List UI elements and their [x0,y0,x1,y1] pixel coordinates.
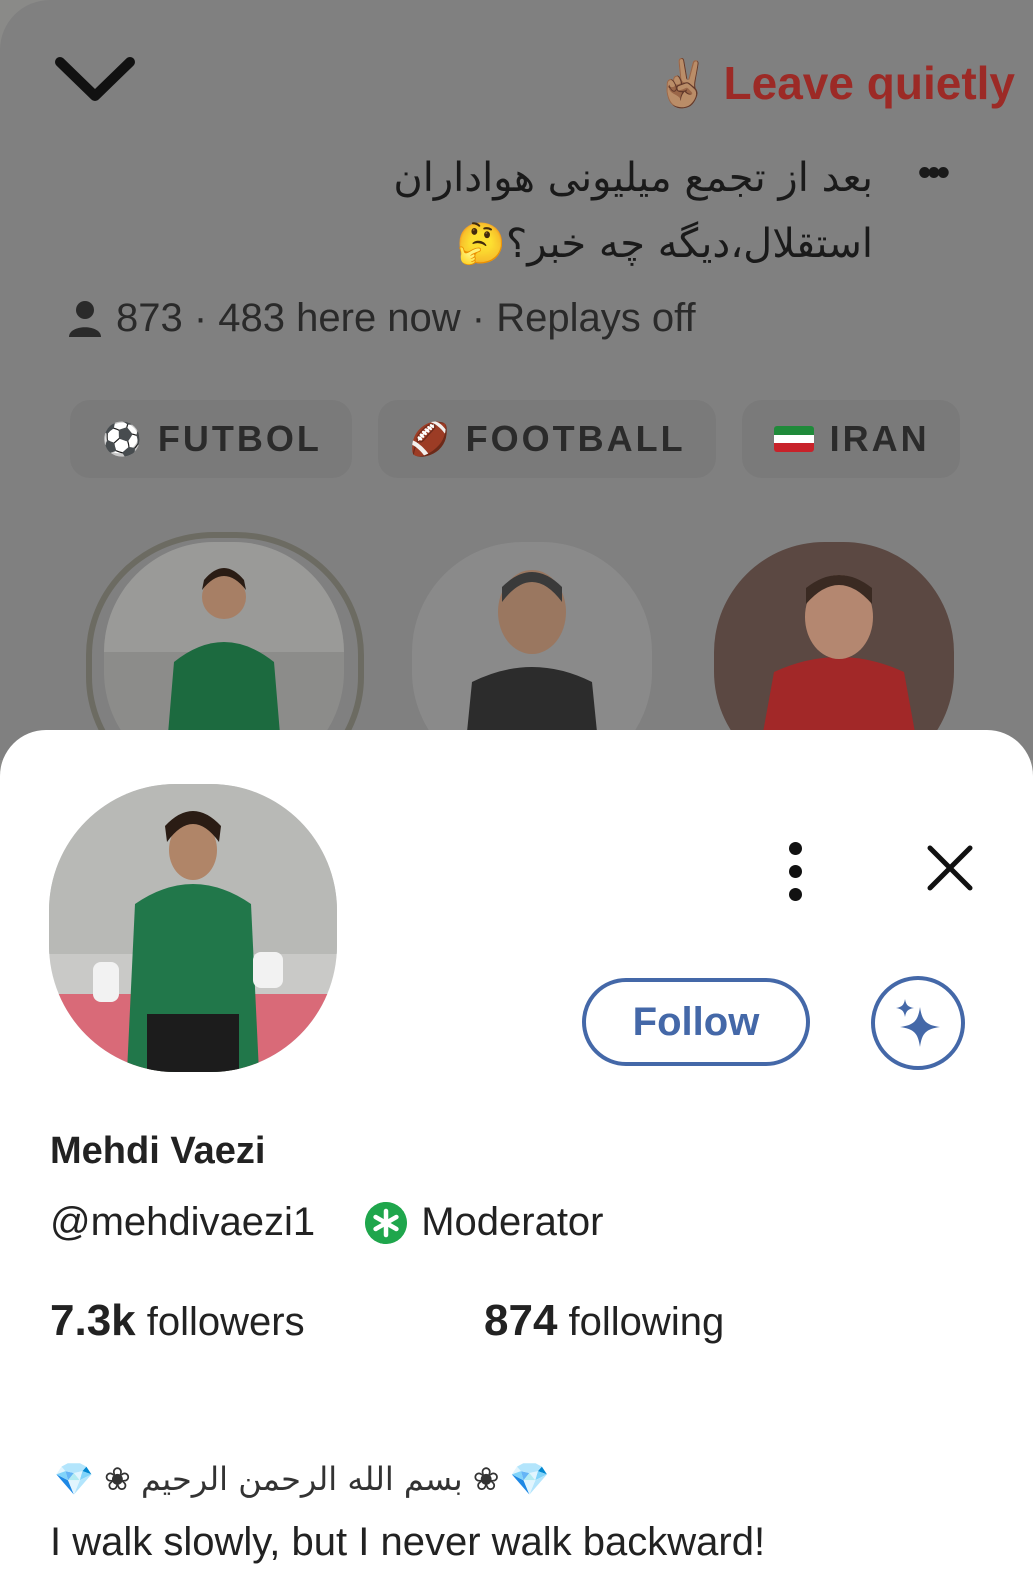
sparkle-icon [896,999,940,1047]
profile-sheet: Follow Mehdi Vaezi @mehdivaezi1 Moderato… [0,730,1033,1593]
moderator-badge: Moderator [365,1200,604,1245]
iran-flag-icon [773,426,814,452]
topic-label: IRAN [829,418,930,459]
chevron-down-icon[interactable] [52,50,138,114]
handle-row: @mehdivaezi1 Moderator [50,1200,604,1245]
topic-list: ⚽ FUTBOL 🏈 FOOTBALL IRAN [70,400,960,478]
room-more-icon[interactable]: ••• [918,152,950,195]
bio-text: I walk slowly, but I never walk backward… [50,1520,766,1564]
close-icon[interactable] [924,842,976,894]
moderator-icon [365,1201,408,1244]
display-name: Mehdi Vaezi [50,1130,266,1172]
followers-count[interactable]: 7.3k followers [50,1296,305,1346]
profile-avatar [49,784,337,1072]
room-background: ✌🏽 Leave quietly بعد از تجمع میلیونی هوا… [0,0,1033,760]
room-title: بعد از تجمع میلیونی هواداران استقلال،دیگ… [393,155,873,267]
speaker-avatar[interactable] [714,542,954,760]
speaker-avatar[interactable] [412,542,652,760]
username: @mehdivaezi1 [50,1200,316,1244]
vertical-more-icon[interactable] [782,842,808,922]
american-football-icon: 🏈 [409,421,450,457]
followers-label: followers [146,1300,305,1344]
sparkle-button[interactable] [871,976,965,1070]
leave-quietly-label: Leave quietly [723,57,1015,109]
followers-number: 7.3k [50,1296,136,1345]
topic-futbol[interactable]: ⚽ FUTBOL [70,400,352,478]
peace-hand-icon: ✌🏽 [654,57,712,109]
topic-label: FOOTBALL [465,418,686,459]
topic-label: FUTBOL [157,418,322,459]
topic-iran[interactable]: IRAN [741,400,960,478]
leave-quietly-button[interactable]: ✌🏽 Leave quietly [654,52,1015,114]
moderator-label: Moderator [421,1200,604,1244]
soccer-ball-icon: ⚽ [102,421,142,457]
person-icon [69,300,101,337]
speaker-avatar[interactable] [104,542,344,760]
following-label: following [568,1300,725,1344]
following-count[interactable]: 874 following [484,1296,724,1346]
following-number: 874 [484,1296,558,1345]
room-stats: 873 · 483 here now · Replays off [68,296,696,341]
bio-decoration: 💎 ❀ بسم الله الرحمن الرحیم ❀ 💎 [54,1460,550,1498]
follow-button[interactable]: Follow [582,978,810,1066]
room-stats-text: 873 · 483 here now · Replays off [116,296,696,340]
topic-football[interactable]: 🏈 FOOTBALL [377,400,716,478]
